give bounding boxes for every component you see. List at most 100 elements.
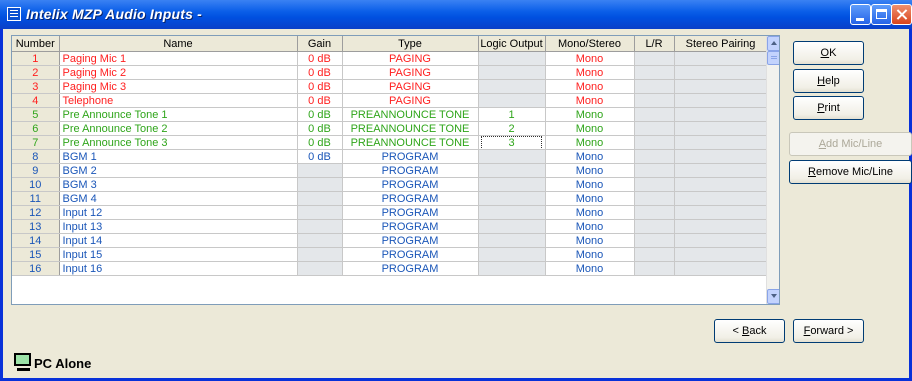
table-row[interactable]: 9 BGM 2 PROGRAM Mono	[12, 163, 768, 178]
cell-name[interactable]: Paging Mic 3	[59, 79, 298, 94]
cell-mono-stereo[interactable]: Mono	[545, 65, 635, 80]
cell-type[interactable]: PROGRAM	[342, 247, 479, 262]
remove-mic-line-button[interactable]: Remove Mic/Line	[789, 160, 912, 184]
cell-stereo-pairing[interactable]	[674, 135, 768, 150]
scroll-down-arrow-icon[interactable]	[767, 289, 779, 304]
close-button[interactable]	[891, 4, 912, 25]
table-row[interactable]: 6 Pre Announce Tone 2 0 dB PREANNOUNCE TONE…	[12, 121, 768, 136]
cell-number[interactable]: 13	[12, 219, 60, 234]
cell-lr[interactable]	[634, 135, 675, 150]
cell-gain[interactable]	[297, 163, 343, 178]
cell-number[interactable]: 2	[12, 65, 60, 80]
cell-lr[interactable]	[634, 121, 675, 136]
cell-type[interactable]: PROGRAM	[342, 163, 479, 178]
cell-stereo-pairing[interactable]	[674, 93, 768, 108]
cell-logic-output[interactable]	[478, 233, 546, 248]
cell-logic-output[interactable]	[478, 219, 546, 234]
cell-name[interactable]: Pre Announce Tone 2	[59, 121, 298, 136]
cell-number[interactable]: 16	[12, 261, 60, 276]
cell-logic-output[interactable]	[478, 205, 546, 220]
cell-logic-output[interactable]: 1	[478, 107, 546, 122]
cell-lr[interactable]	[634, 107, 675, 122]
cell-name[interactable]: Paging Mic 2	[59, 65, 298, 80]
column-header-number[interactable]: Number	[12, 36, 60, 52]
cell-gain[interactable]	[297, 205, 343, 220]
column-header-lr[interactable]: L/R	[634, 36, 675, 52]
audio-inputs-grid[interactable]: Number Name Gain Type Logic Output Mono/…	[11, 35, 780, 305]
cell-type[interactable]: PAGING	[342, 79, 479, 94]
table-row[interactable]: 4 Telephone 0 dB PAGING Mono	[12, 93, 768, 108]
table-row[interactable]: 11 BGM 4 PROGRAM Mono	[12, 191, 768, 206]
table-row[interactable]: 7 Pre Announce Tone 3 0 dB PREANNOUNCE TONE…	[12, 135, 768, 150]
table-row[interactable]: 15 Input 15 PROGRAM Mono	[12, 247, 768, 262]
cell-name[interactable]: Input 16	[59, 261, 298, 276]
cell-logic-output[interactable]: 3	[478, 135, 546, 150]
minimize-button[interactable]	[850, 4, 871, 25]
cell-lr[interactable]	[634, 191, 675, 206]
cell-type[interactable]: PREANNOUNCE TONE	[342, 135, 479, 150]
cell-logic-output[interactable]	[478, 163, 546, 178]
cell-gain[interactable]: 0 dB	[297, 93, 343, 108]
cell-lr[interactable]	[634, 51, 675, 66]
cell-name[interactable]: Input 12	[59, 205, 298, 220]
cell-type[interactable]: PREANNOUNCE TONE	[342, 121, 479, 136]
cell-stereo-pairing[interactable]	[674, 261, 768, 276]
cell-stereo-pairing[interactable]	[674, 149, 768, 164]
cell-stereo-pairing[interactable]	[674, 65, 768, 80]
table-row[interactable]: 12 Input 12 PROGRAM Mono	[12, 205, 768, 220]
cell-stereo-pairing[interactable]	[674, 247, 768, 262]
cell-stereo-pairing[interactable]	[674, 191, 768, 206]
cell-name[interactable]: BGM 2	[59, 163, 298, 178]
cell-type[interactable]: PROGRAM	[342, 261, 479, 276]
scroll-up-arrow-icon[interactable]	[767, 36, 779, 51]
cell-number[interactable]: 4	[12, 93, 60, 108]
cell-logic-output[interactable]	[478, 79, 546, 94]
cell-mono-stereo[interactable]: Mono	[545, 149, 635, 164]
column-header-type[interactable]: Type	[342, 36, 479, 52]
cell-gain[interactable]: 0 dB	[297, 65, 343, 80]
cell-stereo-pairing[interactable]	[674, 177, 768, 192]
cell-lr[interactable]	[634, 163, 675, 178]
cell-lr[interactable]	[634, 79, 675, 94]
print-button[interactable]: Print	[793, 96, 864, 120]
cell-lr[interactable]	[634, 247, 675, 262]
cell-mono-stereo[interactable]: Mono	[545, 121, 635, 136]
cell-logic-output[interactable]	[478, 93, 546, 108]
column-header-logic-output[interactable]: Logic Output	[478, 36, 546, 52]
cell-name[interactable]: Pre Announce Tone 3	[59, 135, 298, 150]
column-header-stereo-pairing[interactable]: Stereo Pairing	[674, 36, 768, 52]
cell-mono-stereo[interactable]: Mono	[545, 219, 635, 234]
cell-mono-stereo[interactable]: Mono	[545, 51, 635, 66]
cell-mono-stereo[interactable]: Mono	[545, 191, 635, 206]
forward-button[interactable]: Forward >	[793, 319, 864, 343]
cell-number[interactable]: 7	[12, 135, 60, 150]
cell-name[interactable]: Input 15	[59, 247, 298, 262]
cell-type[interactable]: PROGRAM	[342, 177, 479, 192]
window-app-icon[interactable]	[7, 7, 21, 21]
cell-lr[interactable]	[634, 219, 675, 234]
cell-number[interactable]: 14	[12, 233, 60, 248]
cell-mono-stereo[interactable]: Mono	[545, 79, 635, 94]
cell-lr[interactable]	[634, 233, 675, 248]
scroll-thumb[interactable]	[767, 51, 779, 65]
cell-type[interactable]: PROGRAM	[342, 149, 479, 164]
cell-stereo-pairing[interactable]	[674, 51, 768, 66]
cell-mono-stereo[interactable]: Mono	[545, 247, 635, 262]
table-row[interactable]: 16 Input 16 PROGRAM Mono	[12, 261, 768, 276]
cell-mono-stereo[interactable]: Mono	[545, 93, 635, 108]
cell-gain[interactable]	[297, 247, 343, 262]
cell-logic-output[interactable]: 2	[478, 121, 546, 136]
cell-gain[interactable]: 0 dB	[297, 107, 343, 122]
cell-type[interactable]: PAGING	[342, 93, 479, 108]
cell-mono-stereo[interactable]: Mono	[545, 261, 635, 276]
cell-name[interactable]: Input 14	[59, 233, 298, 248]
column-header-gain[interactable]: Gain	[297, 36, 343, 52]
cell-gain[interactable]: 0 dB	[297, 135, 343, 150]
maximize-button[interactable]	[871, 4, 892, 25]
cell-logic-output[interactable]	[478, 65, 546, 80]
cell-logic-output[interactable]	[478, 149, 546, 164]
cell-name[interactable]: Telephone	[59, 93, 298, 108]
cell-stereo-pairing[interactable]	[674, 205, 768, 220]
cell-logic-output[interactable]	[478, 51, 546, 66]
cell-name[interactable]: BGM 4	[59, 191, 298, 206]
